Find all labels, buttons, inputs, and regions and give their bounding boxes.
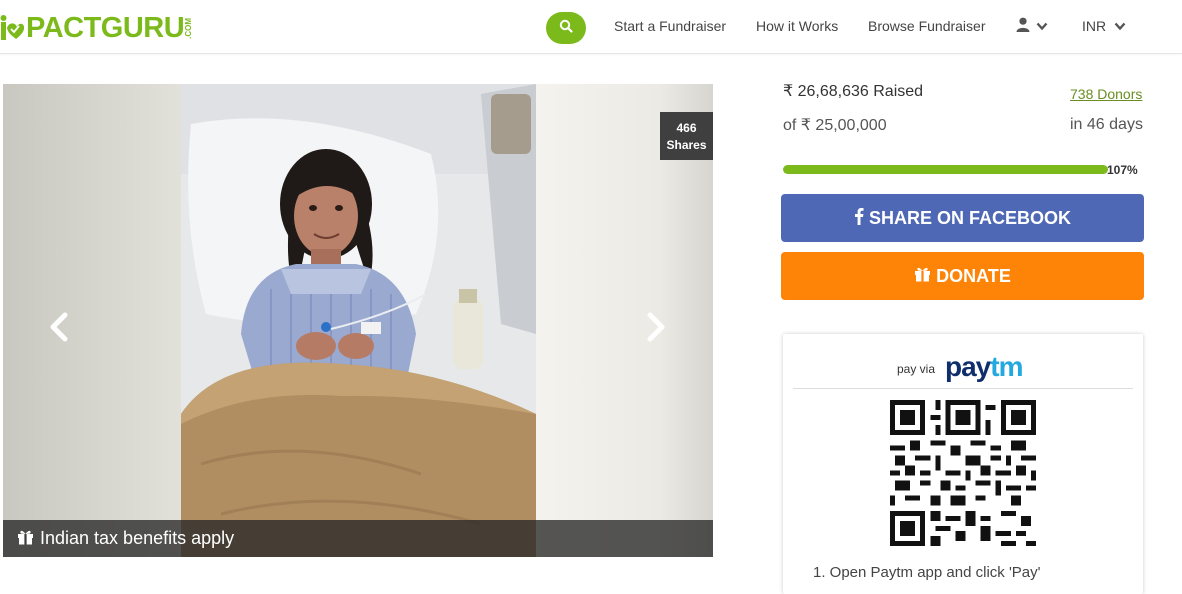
donate-button[interactable]: DONATE xyxy=(781,252,1144,300)
funding-progress-bar xyxy=(783,165,1108,174)
paytm-logo: paytm xyxy=(945,351,1023,382)
donors-link[interactable]: 738 Donors xyxy=(1070,86,1142,102)
search-icon xyxy=(559,19,573,38)
user-icon xyxy=(1016,17,1030,37)
card-divider xyxy=(793,388,1133,389)
campaign-image-carousel[interactable] xyxy=(3,84,713,557)
nav-how-it-works[interactable]: How it Works xyxy=(756,18,838,34)
tax-benefits-label: Indian tax benefits apply xyxy=(40,528,235,548)
nav-start-fundraiser[interactable]: Start a Fundraiser xyxy=(614,18,726,34)
tax-benefits-banner: Indian tax benefits apply xyxy=(3,520,713,557)
logo-hands-icon xyxy=(0,14,26,42)
currency-selector[interactable]: INR xyxy=(1082,18,1126,34)
chevron-down-icon xyxy=(1036,18,1048,36)
shares-counter-badge: 466 Shares xyxy=(660,112,713,160)
carousel-prev-arrow-icon[interactable] xyxy=(48,312,70,347)
shares-count: 466 xyxy=(676,121,697,135)
facebook-icon xyxy=(854,207,864,230)
amount-raised: ₹ 26,68,636 Raised xyxy=(783,83,924,100)
top-navbar: PACTGURU .COM Start a Fundraiser How it … xyxy=(0,0,1182,54)
goal-amount: of ₹ 25,00,000 xyxy=(783,117,887,134)
impactguru-logo[interactable]: PACTGURU .COM xyxy=(0,12,193,44)
share-facebook-label: SHARE ON FACEBOOK xyxy=(868,207,1072,228)
paytm-payment-card: pay via paytm 1. Open Paytm app and clic… xyxy=(783,334,1143,594)
logo-wordmark: PACTGURU xyxy=(26,12,185,44)
funding-progress-fill xyxy=(783,165,1108,174)
nav-browse-fundraiser[interactable]: Browse Fundraiser xyxy=(868,18,986,34)
gift-icon xyxy=(914,265,931,287)
pay-via-label: pay via xyxy=(897,362,936,376)
funding-percentage: 107% xyxy=(1107,163,1138,177)
gift-icon xyxy=(17,528,34,550)
search-button[interactable] xyxy=(546,12,586,44)
paytm-step-1: 1. Open Paytm app and click 'Pay' xyxy=(813,564,1041,581)
shares-label: Shares xyxy=(666,138,707,152)
campaign-photo xyxy=(181,84,536,557)
carousel-next-arrow-icon[interactable] xyxy=(645,312,667,347)
share-facebook-button[interactable]: SHARE ON FACEBOOK xyxy=(781,194,1144,242)
chevron-down-icon xyxy=(1114,18,1126,34)
days-elapsed: in 46 days xyxy=(1070,116,1143,133)
paytm-qr-code xyxy=(890,400,1036,551)
logo-domain-suffix: .COM xyxy=(184,17,194,39)
currency-label: INR xyxy=(1082,18,1107,34)
user-menu[interactable] xyxy=(1016,17,1048,37)
donate-label: DONATE xyxy=(936,265,1011,286)
